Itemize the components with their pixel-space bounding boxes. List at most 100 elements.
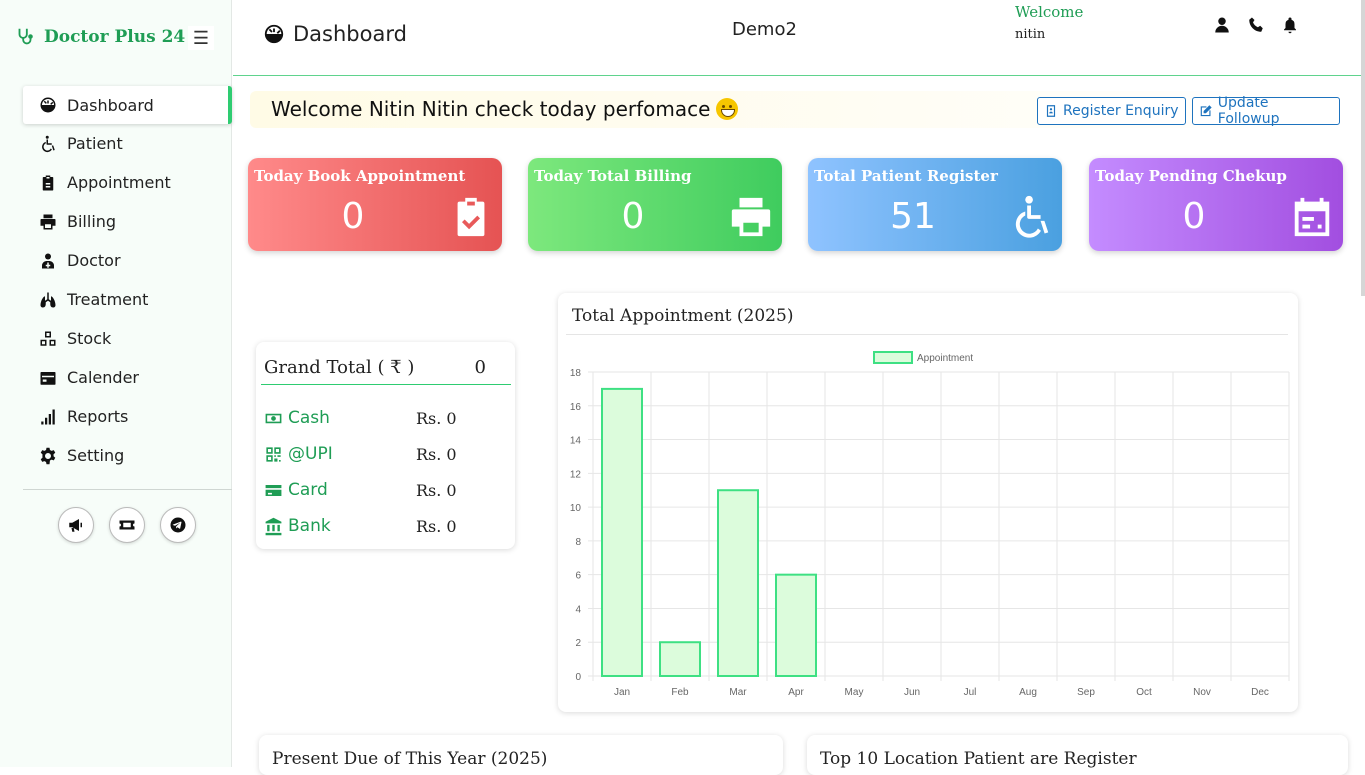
sidebar-item-patient[interactable]: Patient [23,124,232,163]
ticket-button[interactable] [109,507,145,543]
x-tick-label: Jul [964,687,977,698]
legend-swatch [873,351,913,364]
grand-total-card: Grand Total ( ₹ ) 0 Cash Rs. 0 @UPI Rs. … [256,342,515,549]
phone-icon[interactable] [1247,16,1265,34]
dashboard-gauge-icon [264,24,284,44]
stat-value: 0 [621,196,645,237]
user-icon[interactable] [1213,16,1231,34]
x-tick-label: Sep [1077,687,1095,698]
gear-icon [40,447,56,464]
brand[interactable]: Doctor Plus 24 [14,26,185,48]
card-title: Present Due of This Year (2025) [272,749,548,769]
bar-jan [601,387,643,677]
ticket-icon [119,520,135,530]
page-scrollbar[interactable] [1361,0,1365,296]
telegram-icon [170,517,186,533]
sidebar-item-appointment[interactable]: Appointment [23,163,232,202]
stat-card-book-appointment[interactable]: Today Book Appointment 0 [248,158,502,251]
header-actions [1213,16,1299,34]
sidebar-item-label: Doctor [67,251,121,270]
payment-value: Rs. 0 [416,408,457,428]
y-tick-label: 0 [575,672,581,683]
edit-icon [1200,105,1212,117]
x-tick-label: Jun [904,687,920,698]
payment-label-text: Card [288,480,328,500]
sidebar-item-doctor[interactable]: Doctor [23,241,232,280]
stat-title: Today Book Appointment [254,167,466,185]
y-tick-label: 18 [570,368,582,379]
user-name: nitin [1015,27,1046,42]
sidebar-item-setting[interactable]: Setting [23,436,232,475]
card-title: Top 10 Location Patient are Register [820,749,1137,769]
wheelchair-icon [1015,195,1049,238]
lungs-icon [40,292,56,307]
x-tick-label: Aug [1019,687,1037,698]
payment-label: Cash [264,408,416,428]
topbar: Dashboard Demo2 Welcome nitin [233,0,1365,76]
y-tick-label: 14 [570,436,582,447]
telegram-button[interactable] [160,507,196,543]
stat-value: 0 [341,196,365,237]
bar-chart-icon [41,409,55,424]
brand-name: Doctor Plus 24 [44,27,186,47]
y-tick-label: 16 [570,402,582,413]
stat-title: Today Pending Chekup [1095,167,1287,185]
sidebar-item-label: Setting [67,446,125,465]
stat-value: 0 [1182,196,1206,237]
welcome-message-text: Welcome Nitin Nitin check today perfomac… [271,97,711,121]
bank-icon [265,517,282,535]
grand-total-label: Grand Total ( ₹ ) [264,356,415,378]
y-tick-label: 12 [570,469,582,480]
x-tick-label: Dec [1251,687,1269,698]
menu-toggle-button[interactable]: ☰ [188,26,214,50]
announcement-button[interactable] [58,507,94,543]
page-title: Dashboard [263,22,407,46]
sidebar-item-reports[interactable]: Reports [23,397,232,436]
printer-icon [731,197,771,237]
appointment-chart-card: Total Appointment (2025) 0 2 4 6 8 10 12 14 16 18… [558,293,1298,712]
payment-value: Rs. 0 [416,444,457,464]
calendar-icon [40,371,56,385]
stat-card-pending-checkup[interactable]: Today Pending Chekup 0 [1089,158,1343,251]
register-enquiry-label: Register Enquiry [1063,103,1179,119]
stat-value: 51 [890,196,936,237]
stat-title: Today Total Billing [534,167,692,185]
sidebar-item-label: Appointment [67,173,171,192]
y-tick-label: 6 [575,571,581,582]
qr-code-icon [266,446,281,462]
sidebar-item-label: Treatment [67,290,149,309]
bar-feb [659,641,701,678]
payment-label: Card [264,480,416,500]
payment-value: Rs. 0 [416,480,457,500]
payment-value: Rs. 0 [416,516,457,536]
x-tick-label: Mar [729,687,747,698]
sidebar-item-billing[interactable]: Billing [23,202,232,241]
bar-apr [775,573,817,677]
id-badge-icon [1046,105,1056,117]
grand-total-value: 0 [474,356,486,378]
stat-card-total-billing[interactable]: Today Total Billing 0 [528,158,782,251]
sidebar-footer-icons [58,507,196,543]
sidebar-item-stock[interactable]: Stock [23,319,232,358]
welcome-banner: Welcome Nitin Nitin check today perfomac… [250,91,1340,128]
y-tick-label: 4 [575,604,581,615]
sidebar-item-calender[interactable]: Calender [23,358,232,397]
clipboard-check-icon [457,197,485,237]
smile-emoji-icon [716,98,739,120]
update-followup-button[interactable]: Update Followup [1192,95,1340,127]
payment-row-cash: Cash Rs. 0 [264,406,504,430]
register-enquiry-button[interactable]: Register Enquiry [1037,97,1186,125]
appointment-bar-chart: 0 2 4 6 8 10 12 14 16 18 Jan Feb Mar Apr May Jun Jul Aug S… [570,351,1290,698]
cash-icon [265,413,282,423]
sidebar-item-label: Patient [67,134,123,153]
bell-icon[interactable] [1281,16,1299,34]
sidebar-item-dashboard[interactable]: Dashboard [23,86,232,124]
payment-label-text: Cash [288,408,330,428]
sidebar-item-label: Billing [67,212,117,231]
printer-icon [40,214,56,229]
stat-card-patient-register[interactable]: Total Patient Register 51 [808,158,1062,251]
payment-row-bank: Bank Rs. 0 [264,514,504,538]
payment-row-upi: @UPI Rs. 0 [264,442,504,466]
sidebar-item-treatment[interactable]: Treatment [23,280,232,319]
clinic-name: Demo2 [732,19,797,40]
